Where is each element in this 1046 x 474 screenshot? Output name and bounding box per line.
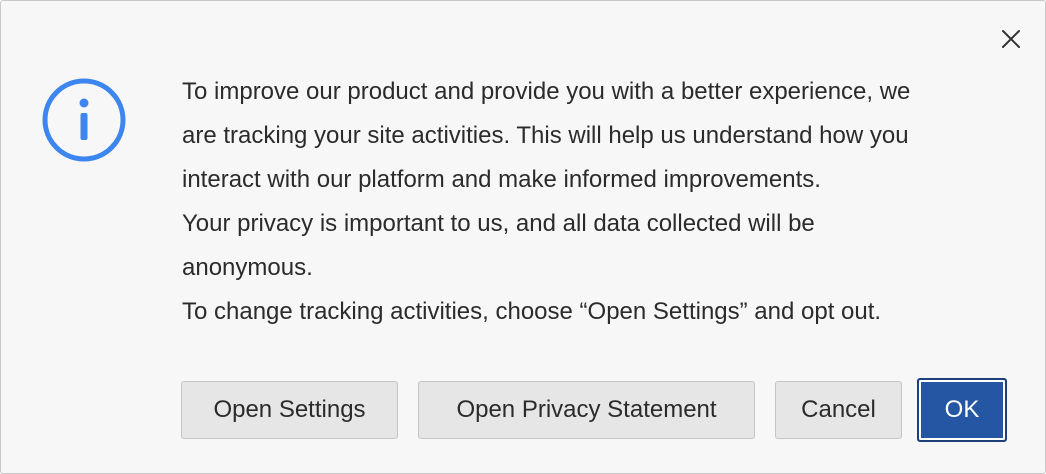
message-line: To improve our product and provide you w…	[182, 78, 911, 105]
cancel-button[interactable]: Cancel	[775, 381, 902, 439]
tracking-consent-dialog: To improve our product and provide you w…	[0, 0, 1046, 474]
close-icon	[1002, 30, 1020, 48]
message-line: are tracking your site activities. This …	[182, 122, 909, 149]
info-icon	[42, 78, 126, 162]
ok-button[interactable]: OK	[917, 378, 1007, 442]
dialog-message: To improve our product and provide you w…	[182, 70, 1032, 334]
open-privacy-statement-button[interactable]: Open Privacy Statement	[418, 381, 755, 439]
message-line: To change tracking activities, choose “O…	[182, 298, 882, 325]
message-line: Your privacy is important to us, and all…	[182, 210, 815, 237]
close-button[interactable]	[997, 25, 1025, 53]
message-line: anonymous.	[182, 254, 313, 281]
open-settings-button[interactable]: Open Settings	[181, 381, 398, 439]
message-line: interact with our platform and make info…	[182, 166, 821, 193]
